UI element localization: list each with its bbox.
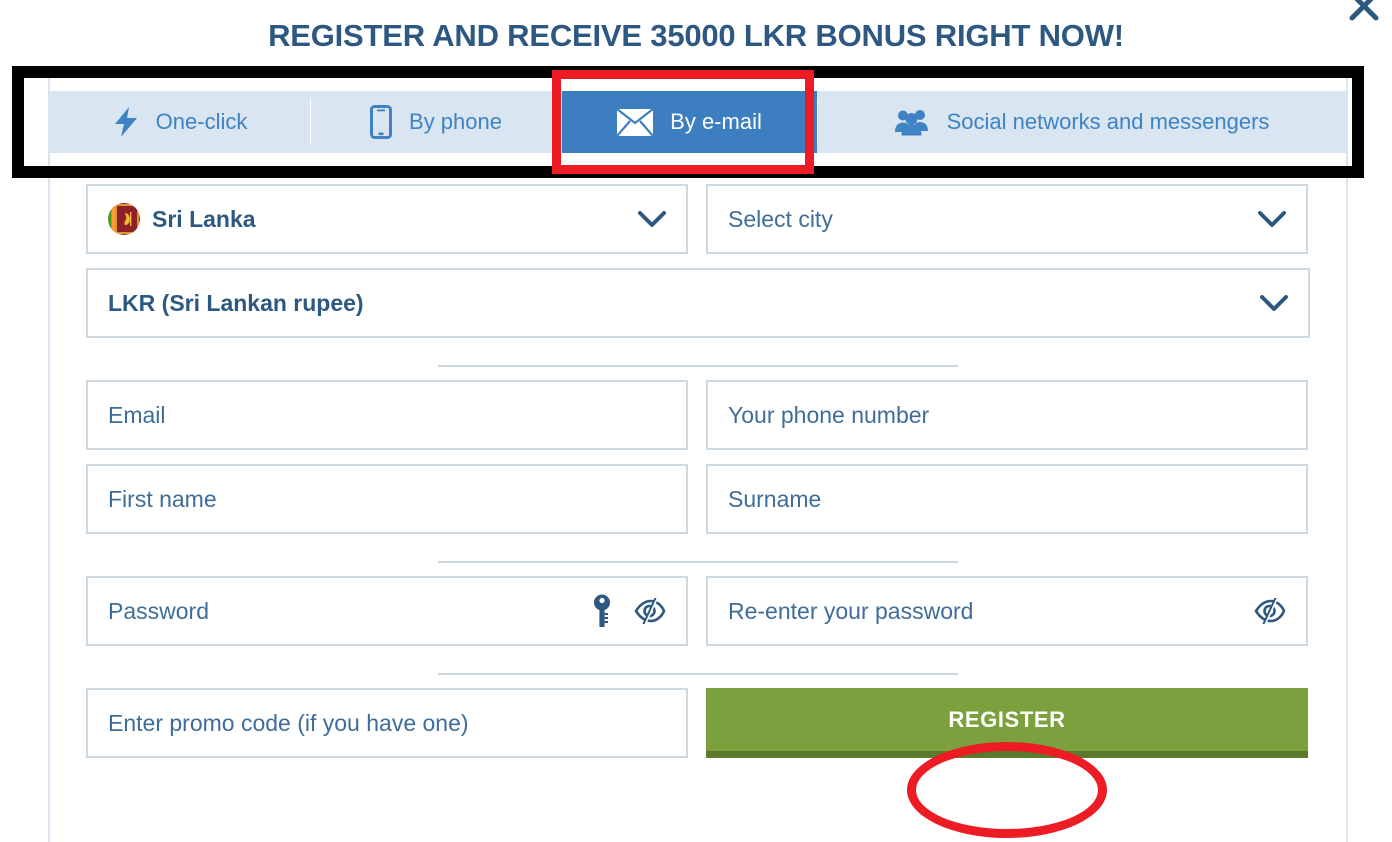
chevron-down-icon[interactable] bbox=[1260, 294, 1288, 312]
password-repeat-field[interactable]: Re-enter your password bbox=[706, 576, 1308, 646]
register-button[interactable]: REGISTER bbox=[706, 688, 1308, 758]
mobile-phone-icon bbox=[370, 105, 393, 139]
promo-code-field[interactable]: Enter promo code (if you have one) bbox=[86, 688, 688, 758]
tab-by-phone[interactable]: By phone bbox=[310, 91, 562, 153]
city-value: Select city bbox=[728, 205, 833, 232]
phone-field[interactable]: Your phone number bbox=[706, 380, 1308, 450]
toggle-password-visibility-eye-slash-icon[interactable] bbox=[1254, 598, 1286, 624]
registration-form: Sri Lanka Select city LKR (Sri Lankan ru… bbox=[86, 184, 1310, 772]
tab-social-networks-label: Social networks and messengers bbox=[946, 109, 1270, 134]
promo-submit-row: Enter promo code (if you have one) REGIS… bbox=[86, 688, 1310, 758]
tab-by-email-label: By e-mail bbox=[670, 109, 762, 134]
email-placeholder: Email bbox=[108, 401, 166, 428]
section-divider bbox=[86, 660, 1310, 688]
password-field[interactable]: Password bbox=[86, 576, 688, 646]
promo-code-placeholder: Enter promo code (if you have one) bbox=[108, 709, 469, 736]
country-value: Sri Lanka bbox=[152, 205, 256, 232]
phone-placeholder: Your phone number bbox=[728, 401, 930, 428]
surname-field[interactable]: Surname bbox=[706, 464, 1308, 534]
registration-modal: One-click By phone By e-mail Social netw… bbox=[48, 76, 1348, 842]
password-row: Password Re-enter your password bbox=[86, 576, 1310, 646]
currency-select[interactable]: LKR (Sri Lankan rupee) bbox=[86, 268, 1310, 338]
name-row: First name Surname bbox=[86, 464, 1310, 534]
password-placeholder: Password bbox=[108, 597, 209, 624]
lightning-bolt-icon bbox=[113, 107, 139, 137]
email-phone-row: Email Your phone number bbox=[86, 380, 1310, 450]
toggle-password-visibility-eye-slash-icon[interactable] bbox=[634, 598, 666, 624]
currency-row: LKR (Sri Lankan rupee) bbox=[86, 268, 1310, 338]
country-city-row: Sri Lanka Select city bbox=[86, 184, 1310, 254]
email-field[interactable]: Email bbox=[86, 380, 688, 450]
registration-method-tabs: One-click By phone By e-mail Social netw… bbox=[50, 91, 1346, 153]
first-name-field[interactable]: First name bbox=[86, 464, 688, 534]
section-divider bbox=[86, 548, 1310, 576]
people-group-icon bbox=[894, 108, 930, 136]
tab-one-click[interactable]: One-click bbox=[50, 91, 310, 153]
country-select[interactable]: Sri Lanka bbox=[86, 184, 688, 254]
section-divider bbox=[86, 352, 1310, 380]
first-name-placeholder: First name bbox=[108, 485, 217, 512]
tab-by-phone-label: By phone bbox=[409, 109, 502, 134]
page-title: REGISTER AND RECEIVE 35000 LKR BONUS RIG… bbox=[268, 18, 1124, 53]
chevron-down-icon[interactable] bbox=[1258, 210, 1286, 228]
currency-value: LKR (Sri Lankan rupee) bbox=[108, 289, 364, 316]
tab-social-networks[interactable]: Social networks and messengers bbox=[817, 91, 1346, 153]
generate-password-key-icon[interactable] bbox=[592, 594, 612, 628]
surname-placeholder: Surname bbox=[728, 485, 822, 512]
tab-one-click-label: One-click bbox=[155, 109, 248, 134]
password-repeat-placeholder: Re-enter your password bbox=[728, 597, 974, 624]
tab-by-email[interactable]: By e-mail bbox=[562, 91, 817, 153]
envelope-icon bbox=[617, 108, 654, 136]
city-select[interactable]: Select city bbox=[706, 184, 1308, 254]
chevron-down-icon[interactable] bbox=[638, 210, 666, 228]
sri-lanka-flag-icon bbox=[108, 203, 140, 235]
